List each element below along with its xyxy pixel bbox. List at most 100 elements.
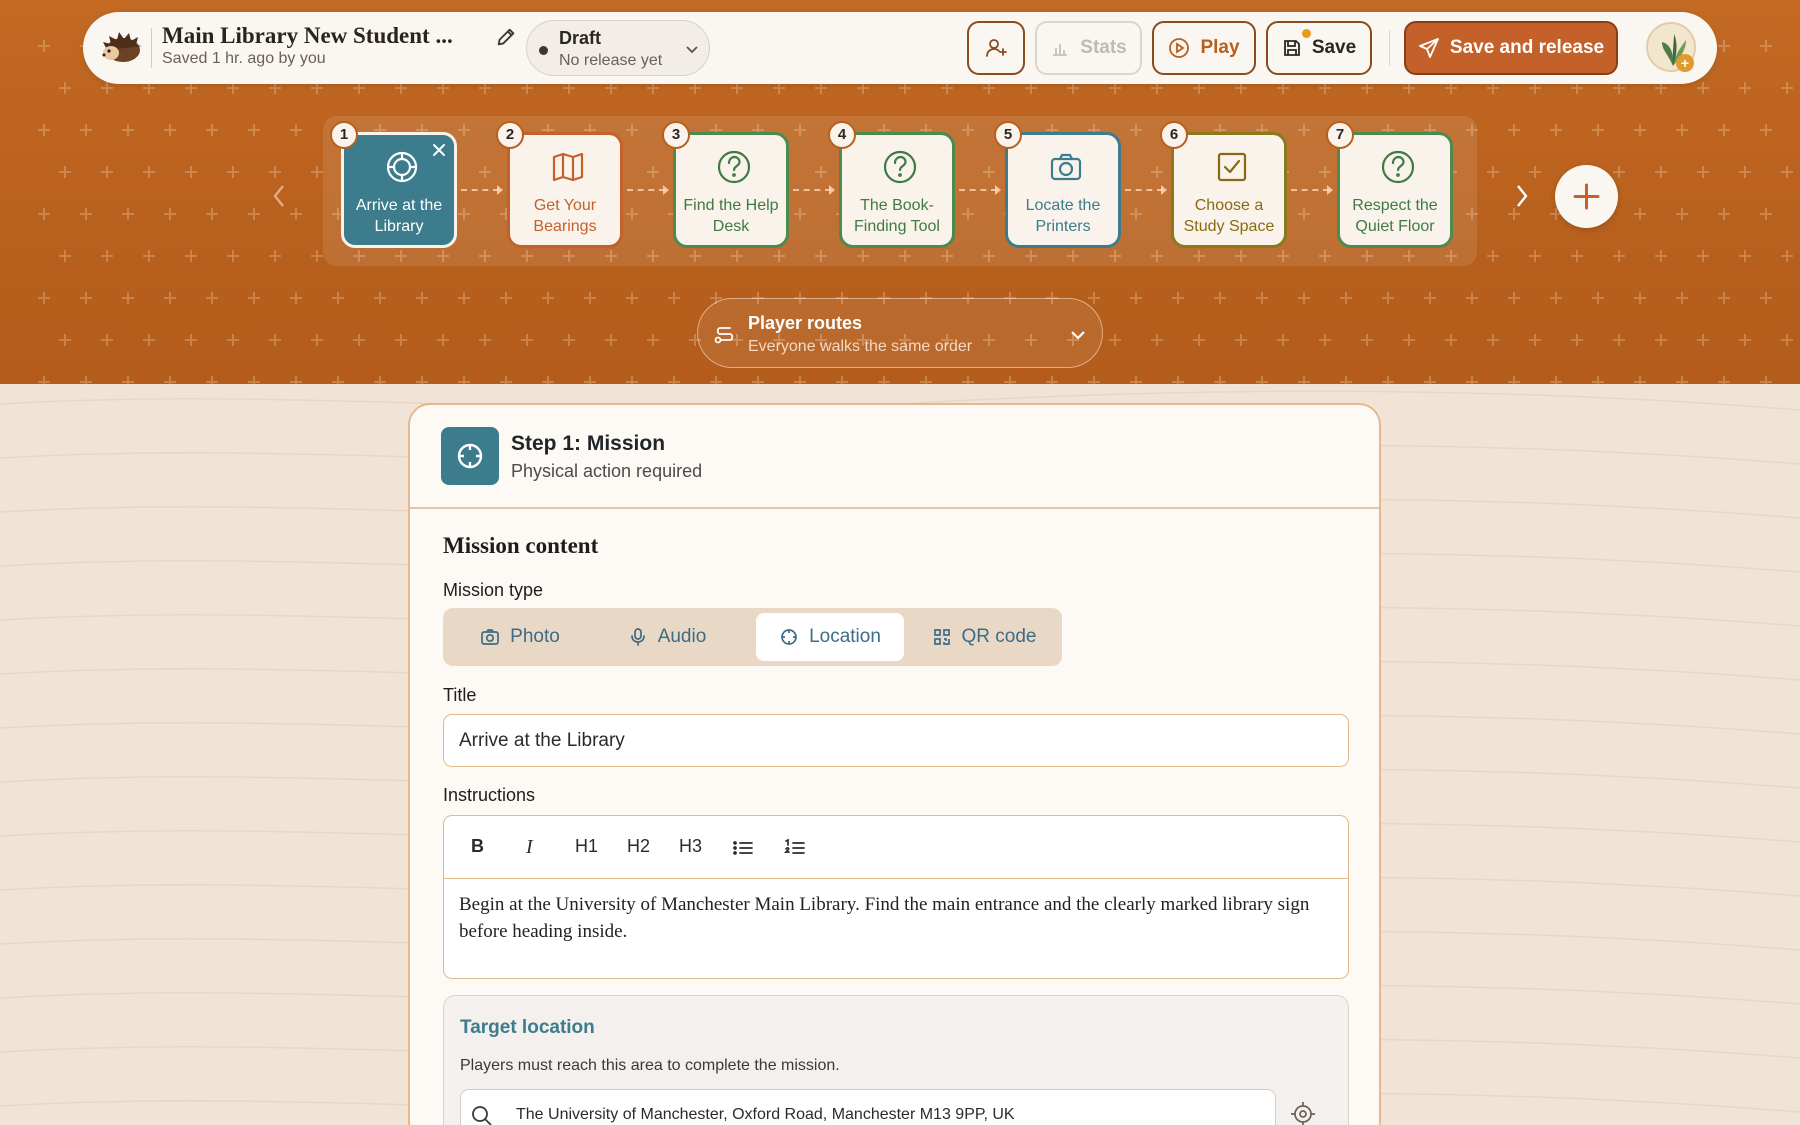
mission-type-label: Mission type [443, 580, 544, 600]
add-step-button[interactable] [1555, 165, 1618, 228]
release-status-dropdown[interactable]: Draft No release yet [526, 20, 710, 76]
mission-type-qr-code[interactable]: QR code [914, 613, 1054, 661]
italic-button[interactable]: I [526, 836, 533, 860]
invite-user-button[interactable] [967, 21, 1025, 75]
location-search-input[interactable]: The University of Manchester, Oxford Roa… [460, 1089, 1276, 1125]
step-number: 1 [330, 121, 358, 149]
step-label: Locate the Printers [1025, 197, 1101, 235]
project-title[interactable]: Main Library New Student ... [162, 23, 482, 49]
search-icon [472, 1106, 492, 1125]
mission-type-location[interactable]: Location [756, 613, 904, 661]
save-release-label: Save and release [1449, 37, 1605, 58]
heading-1-button[interactable]: H1 [575, 836, 598, 860]
instructions-text[interactable]: Begin at the University of Manchester Ma… [459, 891, 1339, 945]
title-input[interactable]: Arrive at the Library [443, 714, 1349, 767]
microphone-icon [630, 628, 645, 646]
step-card-4[interactable]: 4 The Book-Finding Tool [828, 121, 955, 248]
step-label: Arrive at the Library [355, 197, 443, 235]
audio-label: Audio [657, 626, 707, 647]
locate-me-icon[interactable] [1290, 1101, 1316, 1125]
instructions-label: Instructions [443, 785, 536, 805]
stats-button[interactable]: Stats [1035, 21, 1142, 75]
step-number: 4 [828, 121, 856, 149]
toolbar-divider [1389, 30, 1390, 66]
route-icon [714, 327, 734, 344]
release-sub: No release yet [559, 52, 663, 69]
play-icon [1169, 38, 1190, 58]
question-icon [1381, 150, 1415, 184]
player-routes-dropdown[interactable]: Player routes Everyone walks the same or… [697, 298, 1103, 368]
mission-type-photo[interactable]: Photo [451, 613, 589, 661]
step-connector [793, 185, 835, 195]
stats-label: Stats [1080, 37, 1127, 58]
play-button[interactable]: Play [1152, 21, 1256, 75]
location-value: The University of Manchester, Oxford Roa… [516, 1106, 1015, 1123]
step-label: The Book-Finding Tool [854, 197, 940, 235]
location-label: Location [809, 626, 881, 647]
unsaved-indicator [1302, 29, 1311, 38]
heading-3-button[interactable]: H3 [679, 836, 702, 860]
save-icon [1283, 40, 1300, 56]
routes-title: Player routes [748, 313, 863, 333]
save-and-release-button[interactable]: Save and release [1404, 21, 1618, 75]
target-location-description: Players must reach this area to complete… [460, 1057, 840, 1074]
target-location-panel: Target location Players must reach this … [443, 995, 1349, 1125]
step-card-6[interactable]: 6 Choose a Study Space [1160, 121, 1287, 248]
mission-type-audio[interactable]: Audio [601, 613, 733, 661]
step-number: 7 [1326, 121, 1354, 149]
step-card-3[interactable]: 3 Find the Help Desk [662, 121, 789, 248]
step-connector [1291, 185, 1333, 195]
add-user-icon [986, 39, 1007, 57]
logo-divider [151, 28, 152, 68]
card-title: Step 1: Mission [511, 432, 666, 455]
instructions-editor[interactable]: B I H1 H2 H3 Begin at the University of … [443, 815, 1349, 979]
step-number: 3 [662, 121, 690, 149]
chevron-left-icon[interactable] [269, 182, 289, 210]
step-connector [1125, 185, 1167, 195]
step-card-5[interactable]: 5 Locate the Printers [994, 121, 1121, 248]
numbered-list-icon[interactable] [784, 836, 806, 860]
step-label: Choose a Study Space [1183, 197, 1275, 235]
card-subtitle: Physical action required [511, 461, 703, 481]
editor-toolbar: B I H1 H2 H3 [444, 816, 1348, 879]
step-number: 2 [496, 121, 524, 149]
status-dot [539, 46, 548, 55]
bullet-list-icon[interactable] [732, 836, 754, 860]
step-card-1[interactable]: 1 Arrive at the Library [330, 121, 457, 248]
step-number: 5 [994, 121, 1022, 149]
routes-subtitle: Everyone walks the same order [748, 338, 973, 355]
card-divider [410, 507, 1379, 509]
step-connector [461, 185, 503, 195]
step-card-7[interactable]: 7 Respect the Quiet Floor [1326, 121, 1453, 248]
close-icon[interactable] [432, 143, 446, 157]
bold-button[interactable]: B [471, 836, 484, 860]
hedgehog-logo-icon[interactable] [99, 28, 143, 68]
question-icon [717, 150, 751, 184]
qr-code-icon [933, 629, 950, 645]
crosshair-icon [386, 151, 418, 183]
crosshair-icon [457, 443, 483, 469]
pencil-icon[interactable] [495, 26, 517, 48]
plus-icon [1573, 183, 1600, 210]
step-label: Get Your Bearings [533, 197, 597, 235]
avatar-plus-badge[interactable]: + [1676, 54, 1694, 72]
step-label: Respect the Quiet Floor [1352, 197, 1438, 235]
top-bar: Main Library New Student ... Saved 1 hr.… [83, 12, 1717, 84]
chevron-right-icon[interactable] [1512, 182, 1532, 210]
save-button[interactable]: Save [1266, 21, 1372, 75]
saved-status: Saved 1 hr. ago by you [162, 50, 326, 67]
crosshair-icon [781, 629, 797, 645]
release-status: Draft [559, 28, 602, 48]
step-card-2[interactable]: 2 Get Your Bearings [496, 121, 623, 248]
step-editor-card: Step 1: Mission Physical action required… [408, 403, 1381, 1125]
mission-type-badge [441, 427, 499, 485]
play-label: Play [1200, 37, 1240, 58]
mission-type-selector: Photo Audio Location QR code [443, 608, 1062, 666]
step-number: 6 [1160, 121, 1188, 149]
question-icon [883, 150, 917, 184]
heading-2-button[interactable]: H2 [627, 836, 650, 860]
bar-chart-icon [1053, 44, 1068, 56]
section-title: Mission content [443, 533, 599, 558]
target-location-title: Target location [460, 1017, 595, 1038]
title-label: Title [443, 685, 477, 705]
